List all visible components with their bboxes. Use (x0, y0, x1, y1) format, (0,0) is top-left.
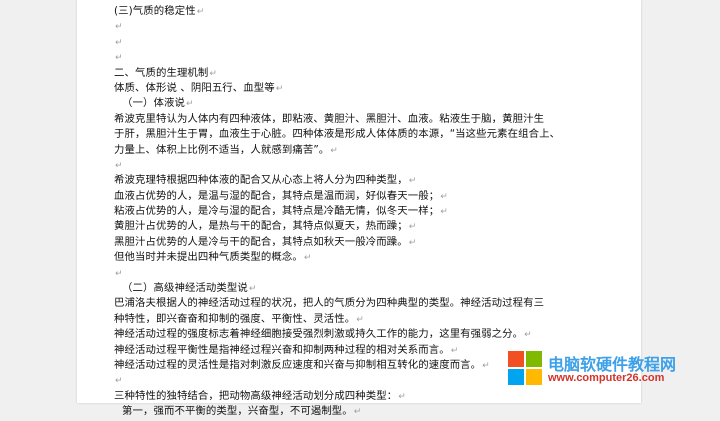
paragraph-mark-icon: ↵ (440, 207, 448, 218)
paragraph-mark-icon: ↵ (185, 99, 194, 110)
line-text: 体质、体形说 、阴阳五行、血型等 (114, 81, 275, 94)
line-text: 第一，强而不平衡的类型，兴奋型，不可遏制型。 (122, 405, 353, 418)
text-line: ↵ (114, 19, 614, 34)
paragraph-mark-icon: ↵ (353, 407, 362, 418)
watermark-url: www.computer26.com (548, 372, 665, 384)
line-text: (三)气质的稳定性 (114, 5, 196, 17)
text-line: 希波克里特认为人体内有四种液体，即粘液、黄胆汁、黑胆汁、血液。粘液生于脑，黄胆汁… (114, 112, 614, 127)
text-line: (三)气质的稳定性↵ (114, 4, 614, 19)
line-text: 血液占优势的人，是温与湿的配合，其特点是温而润，好似春天一般； (114, 189, 440, 202)
text-line: 巴浦洛夫根据人的神经活动过程的状况，把人的气质分为四种典型的类型。神经活动过程有… (114, 296, 614, 311)
text-line: ↵ (114, 158, 614, 173)
text-line: 力量上、体积上比例不适当，人就感到痛苦”。↵ (114, 143, 614, 158)
line-text: 黑胆汁占优势的人是冷与干的配合，其特点如秋天一般冷而躁。 (114, 235, 408, 248)
text-line: （一）体液说↵ (114, 96, 614, 111)
paragraph-mark-icon: ↵ (303, 253, 312, 264)
paragraph-mark-icon: ↵ (115, 160, 123, 171)
paragraph-mark-icon: ↵ (408, 237, 417, 248)
paragraph-mark-icon: ↵ (450, 345, 459, 356)
paragraph-mark-icon: ↵ (115, 37, 123, 48)
paragraph-mark-icon: ↵ (248, 284, 257, 295)
paragraph-mark-icon: ↵ (115, 53, 123, 64)
paragraph-mark-icon: ↵ (524, 330, 532, 341)
text-line: 二、气质的生理机制↵ (114, 66, 614, 81)
line-text: 巴浦洛夫根据人的神经活动过程的状况，把人的气质分为四种典型的类型。神经活动过程有… (114, 297, 545, 310)
paragraph-mark-icon: ↵ (115, 22, 123, 33)
text-line: 黑胆汁占优势的人是冷与干的配合，其特点如秋天一般冷而躁。↵ (114, 235, 614, 250)
line-text: 但他当时并未提出四种气质类型的概念。 (114, 251, 303, 264)
line-text: 希波克里特认为人体内有四种液体，即粘液、黄胆汁、黑胆汁、血液。粘液生于脑，黄胆汁… (114, 112, 545, 125)
line-text: （一）体液说 (122, 97, 185, 110)
text-line: ↵ (114, 266, 614, 281)
text-line: （二）高级神经活动类型说↵ (114, 281, 614, 296)
site-watermark: 电脑软硬件教程网 www.computer26.com (508, 347, 708, 387)
paragraph-mark-icon: ↵ (330, 145, 338, 156)
text-line: 于肝，黑胆汁生于胃，血液生于心脏。四种体液是形成人体体质的本源，“当这些元素在组… (114, 127, 614, 142)
text-line: 但他当时并未提出四种气质类型的概念。↵ (114, 250, 614, 265)
line-text: 力量上、体积上比例不适当，人就感到痛苦”。 (114, 143, 330, 156)
text-line: 神经活动过程的强度标志着神经细胞接受强烈刺激或持久工作的能力，这里有强弱之分。↵ (114, 327, 614, 342)
paragraph-mark-icon: ↵ (408, 176, 417, 187)
text-line: 希波克理特根据四种体液的配合又从心态上将人分为四种类型，↵ (114, 173, 614, 188)
paragraph-mark-icon: ↵ (408, 222, 417, 233)
line-text: 粘液占优势的人，是冷与湿的配合，其特点是冷酷无情，似冬天一样； (114, 205, 440, 218)
text-line: 黄胆汁占优势的人，是热与干的配合，其特点似夏天，热而躁；↵ (114, 219, 614, 234)
paragraph-mark-icon: ↵ (115, 268, 123, 279)
text-line: ↵ (114, 50, 614, 65)
line-text: 于肝，黑胆汁生于胃，血液生于心脏。四种体液是形成人体体质的本源，“当这些元素在组… (114, 128, 561, 141)
paragraph-mark-icon: ↵ (440, 191, 448, 202)
text-line: 体质、体形说 、阴阳五行、血型等↵ (114, 81, 614, 96)
paragraph-mark-icon: ↵ (209, 68, 218, 79)
windows-logo-icon (508, 351, 542, 385)
paragraph-mark-icon: ↵ (196, 7, 205, 17)
line-text: 黄胆汁占优势的人，是热与干的配合，其特点似夏天，热而躁； (114, 220, 408, 233)
text-line: 血液占优势的人，是温与湿的配合，其特点是温而润，好似春天一般；↵ (114, 189, 614, 204)
line-text: 神经活动过程的灵活性是指对刺激反应速度和兴奋与抑制相互转化的速度而言。 (114, 358, 482, 371)
text-line: 种特性，即兴奋奋和抑制的强度、平衡性、灵活性。↵ (114, 312, 614, 327)
text-line: 三种特性的独特结合，把动物高级神经活动划分成四种类型：↵ (114, 389, 614, 404)
line-text: 神经活动过程的强度标志着神经细胞接受强烈刺激或持久工作的能力，这里有强弱之分。 (114, 328, 524, 341)
line-text: （二）高级神经活动类型说 (122, 282, 248, 295)
line-text: 三种特性的独特结合，把动物高级神经活动划分成四种类型： (114, 389, 398, 402)
text-line: 粘液占优势的人，是冷与湿的配合，其特点是冷酷无情，似冬天一样；↵ (114, 204, 614, 219)
paragraph-mark-icon: ↵ (398, 391, 406, 402)
line-text: 种特性，即兴奋奋和抑制的强度、平衡性、灵活性。 (114, 312, 356, 325)
paragraph-mark-icon: ↵ (115, 376, 123, 387)
text-line: ↵ (114, 35, 614, 50)
paragraph-mark-icon: ↵ (356, 314, 364, 325)
text-line: 第一，强而不平衡的类型，兴奋型，不可遏制型。↵ (114, 404, 614, 419)
paragraph-mark-icon: ↵ (482, 360, 490, 371)
line-text: 神经活动过程平衡性是指神经过程兴奋和抑制两种过程的相对关系而言。 (114, 343, 450, 356)
line-text: 二、气质的生理机制 (114, 66, 209, 79)
paragraph-mark-icon: ↵ (275, 83, 284, 94)
line-text: 希波克理特根据四种体液的配合又从心态上将人分为四种类型， (114, 174, 408, 187)
